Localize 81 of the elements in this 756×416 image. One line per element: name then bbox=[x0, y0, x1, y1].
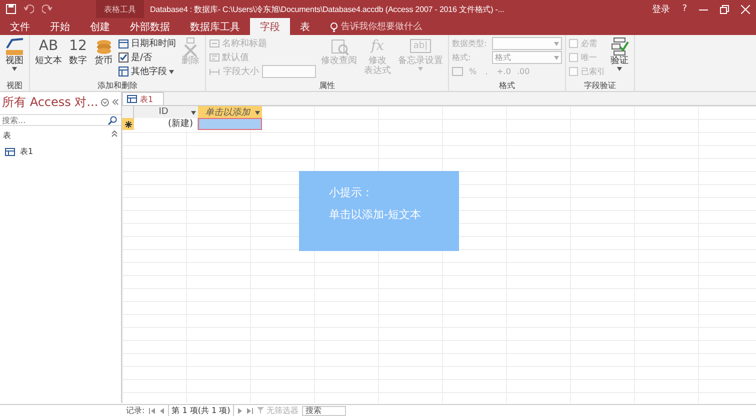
ribbon-button[interactable]: 12 数字 bbox=[67, 37, 89, 66]
record-position-field[interactable]: 第 1 项(共 1 项) bbox=[168, 404, 234, 416]
pencil-ruler-icon bbox=[5, 37, 24, 56]
default-value-icon bbox=[209, 52, 220, 63]
tooltip-text: 单击以添加-短文本 bbox=[329, 207, 422, 222]
checkbox-label: 必需 bbox=[581, 38, 597, 49]
window-title: Database4 : 数据库- C:\Users\冷东旭\Documents\Database4.accdb (Access 2007 - 2016 文件格式) -... bbox=[149, 4, 506, 14]
first-record-icon[interactable] bbox=[148, 408, 155, 414]
new-record-icon bbox=[124, 120, 132, 128]
ribbon-tab[interactable]: 创建 bbox=[80, 18, 120, 35]
ribbon-button[interactable]: 货币 bbox=[92, 37, 115, 66]
caret-icon bbox=[191, 110, 196, 114]
column-header[interactable]: 单击以添加 bbox=[198, 106, 262, 118]
tell-me-search[interactable]: 告诉我你想要做什么 bbox=[341, 20, 422, 33]
table-cell[interactable]: (新建) bbox=[134, 118, 198, 130]
restore-icon[interactable] bbox=[720, 4, 729, 14]
row-selector[interactable] bbox=[122, 118, 134, 130]
tooltip-title: 小提示： bbox=[329, 185, 374, 200]
column-header[interactable]: ID bbox=[134, 106, 198, 118]
caret-icon bbox=[12, 67, 17, 71]
ribbon-tab[interactable]: 外部数据 bbox=[120, 18, 180, 35]
record-label: 记录: bbox=[126, 405, 145, 416]
filter-icon bbox=[257, 407, 264, 414]
next-record-icon[interactable] bbox=[238, 408, 244, 414]
close-icon[interactable] bbox=[741, 4, 750, 14]
table-cell[interactable] bbox=[198, 118, 262, 130]
combo-label: 数据类型: bbox=[452, 38, 488, 49]
group-label: 字段验证 bbox=[583, 80, 617, 91]
table-search-icon bbox=[330, 37, 348, 56]
contextual-tab-label: 表格工具 bbox=[96, 0, 144, 18]
group-label: 格式 bbox=[498, 80, 516, 91]
label-icon bbox=[209, 38, 220, 49]
caret-icon bbox=[169, 70, 174, 74]
group-label: 视图 bbox=[6, 80, 24, 91]
ribbon-button[interactable]: 视图 bbox=[3, 37, 26, 71]
ribbon-tab[interactable]: 文件 bbox=[0, 18, 40, 35]
ribbon-button[interactable]: 验证 bbox=[608, 37, 631, 71]
sign-in-link[interactable]: 登录 bbox=[652, 2, 670, 16]
last-record-icon[interactable] bbox=[247, 408, 254, 414]
previous-record-icon[interactable] bbox=[158, 408, 164, 414]
dropdown-circle-icon[interactable] bbox=[101, 98, 110, 106]
group-label: 属性 bbox=[318, 80, 336, 91]
navigation-item[interactable]: 表1 bbox=[0, 143, 38, 160]
combo-label: 格式: bbox=[452, 52, 472, 63]
checkbox-label: 唯一 bbox=[581, 52, 597, 63]
caret-icon bbox=[617, 67, 622, 71]
ribbon-tab[interactable]: 数据库工具 bbox=[180, 18, 250, 35]
group-label: 添加和删除 bbox=[96, 80, 138, 91]
caret-icon bbox=[554, 42, 559, 46]
ribbon-button[interactable]: 是/否 bbox=[118, 51, 176, 64]
redo-icon[interactable] bbox=[42, 4, 52, 14]
navigation-pane-title: 所有 Access 对... bbox=[2, 94, 98, 110]
ribbon-button[interactable]: 日期和时间 bbox=[118, 37, 176, 50]
checkbox-icon bbox=[118, 52, 129, 63]
field-size-icon bbox=[209, 66, 220, 77]
table-icon bbox=[5, 148, 15, 156]
table-icon bbox=[118, 66, 129, 77]
collapse-section-icon[interactable] bbox=[111, 130, 118, 137]
collapse-icon[interactable] bbox=[112, 98, 119, 106]
calendar-icon bbox=[118, 38, 129, 49]
search-icon[interactable] bbox=[108, 116, 117, 124]
ribbon-tab[interactable]: 开始 bbox=[40, 18, 80, 35]
document-tab[interactable]: 表1 bbox=[122, 92, 164, 105]
table-icon bbox=[127, 95, 137, 103]
caret-icon bbox=[418, 67, 423, 71]
undo-icon[interactable] bbox=[24, 4, 34, 14]
lightbulb-icon bbox=[330, 22, 338, 32]
field-size-label: 字段大小 bbox=[223, 66, 259, 78]
caret-icon bbox=[255, 110, 260, 114]
ribbon-button[interactable]: 其他字段 bbox=[118, 65, 176, 78]
caret-icon bbox=[554, 56, 559, 60]
ribbon-tab[interactable]: 字段 bbox=[250, 18, 290, 35]
record-search-field[interactable]: 搜索 bbox=[302, 406, 346, 416]
ribbon-button[interactable]: AB 短文本 bbox=[33, 37, 64, 66]
section-header[interactable]: 表 bbox=[3, 130, 11, 141]
checkbox-label: 已索引 bbox=[581, 66, 605, 77]
help-button[interactable]: ? bbox=[682, 4, 687, 14]
validation-icon bbox=[610, 37, 629, 56]
coins-icon bbox=[94, 37, 113, 56]
save-icon[interactable] bbox=[6, 4, 16, 14]
ribbon-tab[interactable]: 表 bbox=[290, 18, 320, 35]
